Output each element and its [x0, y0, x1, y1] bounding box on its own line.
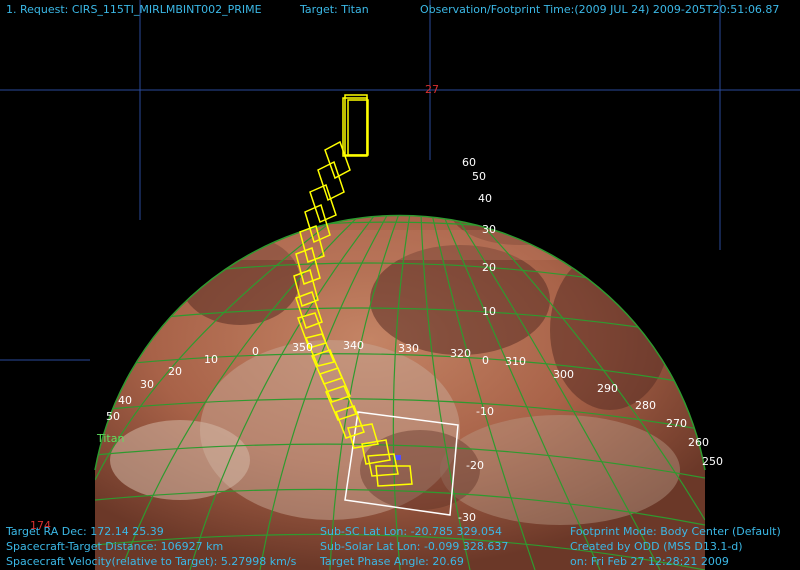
lat-label: 60 — [462, 156, 476, 169]
lat-label: -10 — [476, 405, 494, 418]
request-label: 1. Request: CIRS_115TI_MIRLMBINT002_PRIM… — [6, 3, 262, 16]
lat-label-left: 50 — [106, 410, 120, 423]
lon-label: 340 — [343, 339, 364, 352]
creation-date: on: Fri Feb 27 12:28:21 2009 — [570, 555, 729, 568]
lon-label: 310 — [505, 355, 526, 368]
target-label: Target: Titan — [300, 3, 369, 16]
lon-label: 290 — [597, 382, 618, 395]
lat-label: -30 — [458, 511, 476, 524]
lon-label: 270 — [666, 417, 687, 430]
lat-label-left: 20 — [168, 365, 182, 378]
lat-label: 0 — [482, 354, 489, 367]
lat-label: 10 — [482, 305, 496, 318]
lon-label: 300 — [553, 368, 574, 381]
footprint-mode: Footprint Mode: Body Center (Default) — [570, 525, 781, 538]
lat-label-left: 10 — [204, 353, 218, 366]
lat-label: 20 — [482, 261, 496, 274]
sub-solar-lat-lon: Sub-Solar Lat Lon: -0.099 328.637 — [320, 540, 509, 553]
ra-grid-label: 27 — [425, 83, 439, 96]
lat-label: 30 — [482, 223, 496, 236]
lon-label: 320 — [450, 347, 471, 360]
lon-label: 350 — [292, 341, 313, 354]
observation-view: 1. Request: CIRS_115TI_MIRLMBINT002_PRIM… — [0, 0, 800, 570]
target-phase-angle: Target Phase Angle: 20.69 — [320, 555, 464, 568]
lon-label: 330 — [398, 342, 419, 355]
lon-label: 250 — [702, 455, 723, 468]
lat-label: 50 — [472, 170, 486, 183]
lon-label: 0 — [252, 345, 259, 358]
lon-label: 260 — [688, 436, 709, 449]
lat-label: -20 — [466, 459, 484, 472]
spacecraft-target-distance: Spacecraft-Target Distance: 106927 km — [6, 540, 224, 553]
created-by: Created by ODD (MSS D13.1-d) — [570, 540, 743, 553]
lat-label-left: 40 — [118, 394, 132, 407]
body-name-label: Titan — [97, 432, 125, 445]
target-ra-dec: Target RA Dec: 172.14 25.39 — [6, 525, 164, 538]
observation-time-label: Observation/Footprint Time:(2009 JUL 24)… — [420, 3, 780, 16]
lon-label: 280 — [635, 399, 656, 412]
spacecraft-velocity: Spacecraft Velocity(relative to Target):… — [6, 555, 297, 568]
lat-label-left: 30 — [140, 378, 154, 391]
planet-canvas — [0, 0, 800, 570]
lat-label: 40 — [478, 192, 492, 205]
sub-sc-lat-lon: Sub-SC Lat Lon: -20.785 329.054 — [320, 525, 503, 538]
